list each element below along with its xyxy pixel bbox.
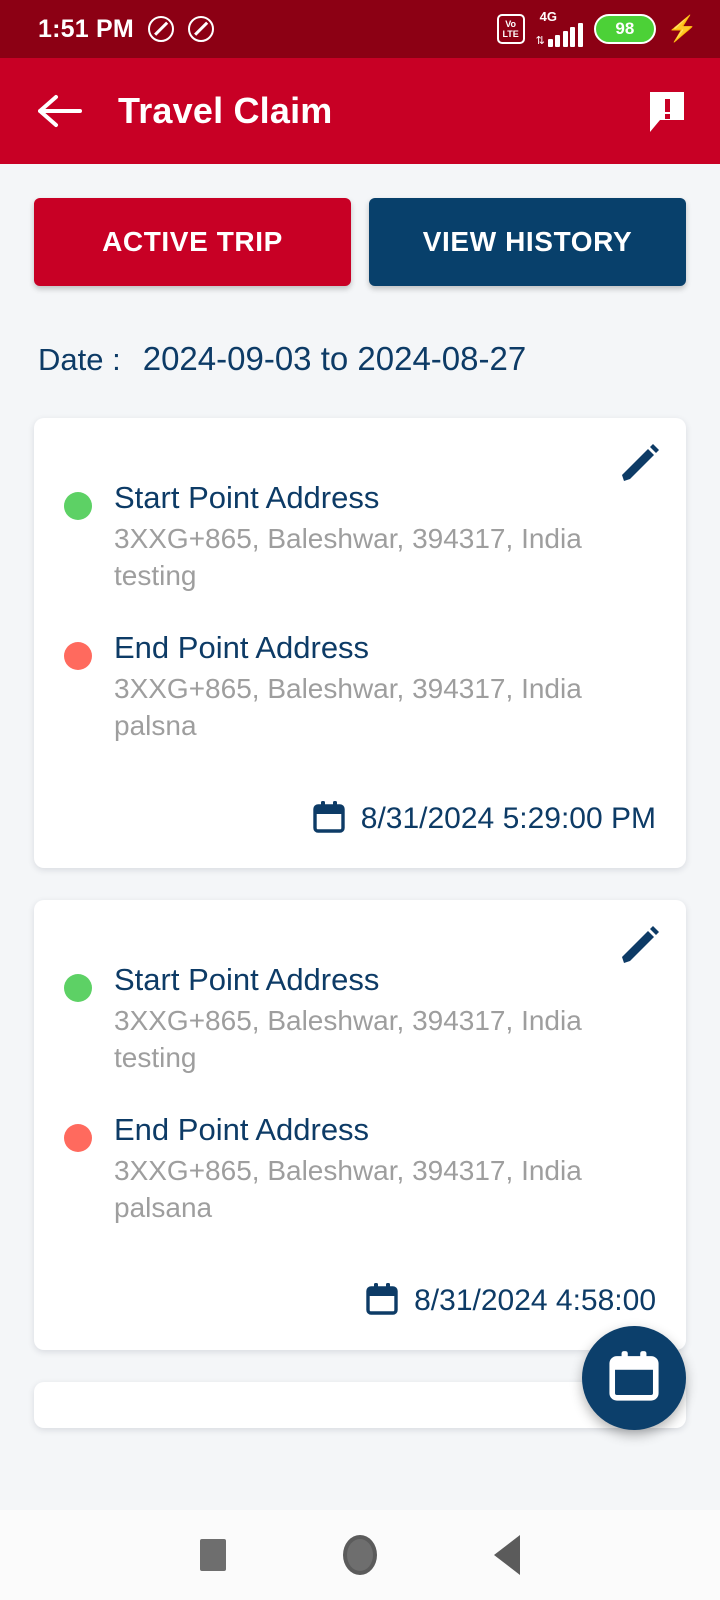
calendar-icon bbox=[311, 799, 347, 840]
page-title: Travel Claim bbox=[118, 90, 333, 131]
trip-start-point: Start Point Address 3XXG+865, Baleshwar,… bbox=[64, 480, 656, 594]
network-type-label: 4G bbox=[539, 9, 557, 24]
trip-timestamp-row: 8/31/2024 5:29:00 PM bbox=[64, 799, 656, 840]
trip-card[interactable]: Start Point Address 3XXG+865, Baleshwar,… bbox=[34, 418, 686, 868]
start-point-title: Start Point Address bbox=[114, 961, 380, 997]
trip-timestamp: 8/31/2024 5:29:00 PM bbox=[360, 802, 656, 836]
pencil-icon[interactable] bbox=[616, 440, 662, 486]
start-point-address: 3XXG+865, Baleshwar, 394317, India testi… bbox=[114, 1004, 582, 1073]
tab-bar: ACTIVE TRIP VIEW HISTORY bbox=[0, 164, 720, 286]
volte-icon: Vo LTE bbox=[496, 14, 525, 44]
status-bar-right: Vo LTE 4G ⇅ 98 ⚡ bbox=[496, 9, 698, 47]
start-text: Start Point Address 3XXG+865, Baleshwar,… bbox=[114, 962, 656, 1076]
start-text: Start Point Address 3XXG+865, Baleshwar,… bbox=[114, 480, 656, 594]
calendar-icon bbox=[606, 1348, 662, 1409]
end-point-title: End Point Address bbox=[114, 630, 370, 666]
data-arrows-icon: ⇅ bbox=[535, 35, 545, 47]
system-nav-bar bbox=[0, 1510, 720, 1600]
trip-timestamp: 8/31/2024 4:58:00 bbox=[414, 1284, 656, 1318]
volte-bottom-label: LTE bbox=[502, 29, 519, 39]
charging-bolt-icon: ⚡ bbox=[666, 14, 698, 43]
end-dot-icon bbox=[64, 1124, 92, 1153]
signal-icon: 4G ⇅ bbox=[535, 9, 583, 47]
date-filter-label: Date : bbox=[38, 342, 121, 377]
status-bar: 1:51 PM Vo LTE 4G ⇅ 98 ⚡ bbox=[0, 0, 720, 58]
mute-icon bbox=[147, 16, 174, 42]
app-bar: Travel Claim bbox=[0, 58, 720, 164]
feedback-alert-icon[interactable] bbox=[642, 86, 692, 136]
date-filter-row: Date : 2024-09-03 to 2024-08-27 bbox=[0, 286, 720, 378]
status-time: 1:51 PM bbox=[38, 14, 134, 43]
volte-top-label: Vo bbox=[505, 19, 517, 29]
start-dot-icon bbox=[64, 492, 92, 520]
trip-card[interactable]: Start Point Address 3XXG+865, Baleshwar,… bbox=[34, 899, 686, 1350]
trip-timestamp-row: 8/31/2024 4:58:00 bbox=[64, 1281, 656, 1322]
start-point-address: 3XXG+865, Baleshwar, 394317, India testi… bbox=[114, 522, 582, 591]
start-point-title: Start Point Address bbox=[114, 480, 380, 515]
trip-end-point: End Point Address 3XXG+865, Baleshwar, 3… bbox=[64, 1112, 656, 1226]
tab-active-trip[interactable]: ACTIVE TRIP bbox=[34, 198, 351, 286]
trip-start-point: Start Point Address 3XXG+865, Baleshwar,… bbox=[64, 962, 656, 1076]
date-filter-value: 2024-09-03 to 2024-08-27 bbox=[142, 340, 527, 377]
signal-bars-icon bbox=[547, 23, 583, 47]
battery-percent-label: 98 bbox=[615, 19, 635, 38]
end-text: End Point Address 3XXG+865, Baleshwar, 3… bbox=[114, 1112, 656, 1226]
end-point-title: End Point Address bbox=[114, 1112, 370, 1148]
end-text: End Point Address 3XXG+865, Baleshwar, 3… bbox=[114, 630, 656, 744]
home-circle-icon[interactable] bbox=[330, 1525, 390, 1585]
trip-end-point: End Point Address 3XXG+865, Baleshwar, 3… bbox=[64, 630, 656, 744]
calendar-fab-button[interactable] bbox=[582, 1326, 686, 1430]
back-arrow-icon[interactable] bbox=[34, 85, 86, 137]
status-bar-left: 1:51 PM bbox=[38, 15, 214, 44]
recents-square-icon[interactable] bbox=[183, 1525, 243, 1585]
back-triangle-icon[interactable] bbox=[477, 1525, 537, 1585]
battery-icon: 98 bbox=[593, 14, 656, 44]
calendar-icon bbox=[364, 1281, 400, 1322]
end-point-address: 3XXG+865, Baleshwar, 394317, India palsn… bbox=[114, 673, 582, 742]
end-point-address: 3XXG+865, Baleshwar, 394317, India palsa… bbox=[114, 1155, 582, 1223]
end-dot-icon bbox=[64, 642, 92, 671]
tab-view-history[interactable]: VIEW HISTORY bbox=[369, 198, 686, 286]
start-dot-icon bbox=[64, 973, 92, 1002]
mute-icon bbox=[187, 16, 214, 42]
pencil-icon[interactable] bbox=[616, 922, 662, 968]
